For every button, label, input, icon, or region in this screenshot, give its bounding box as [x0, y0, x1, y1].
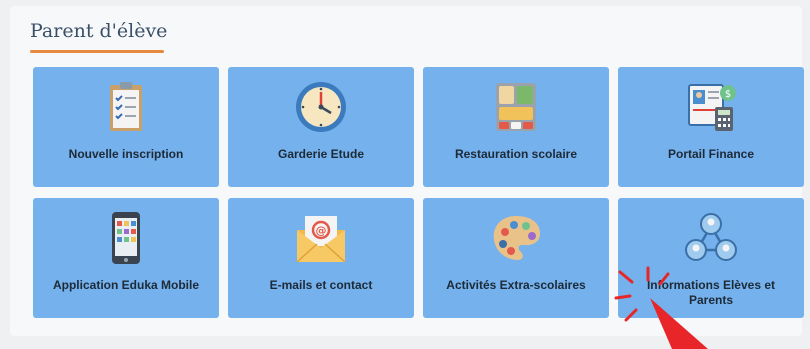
tile-label: Nouvelle inscription: [68, 147, 184, 161]
title-underline: [30, 50, 164, 53]
tile-label: Application Eduka Mobile: [52, 278, 199, 292]
email-envelope-icon: @: [296, 216, 346, 263]
tile-informations-eleves-parents[interactable]: Informations Elèves et Parents: [618, 198, 804, 318]
svg-text:@: @: [316, 224, 327, 237]
tile-label: Informations Elèves et Parents: [646, 278, 776, 307]
parent-panel: Parent d'élève Nouvelle inscription Gard…: [10, 6, 804, 336]
tile-nouvelle-inscription[interactable]: Nouvelle inscription: [33, 67, 219, 187]
tile-label: Garderie Etude: [277, 147, 365, 161]
svg-text:$: $: [725, 89, 731, 100]
section-title: Parent d'élève: [30, 20, 168, 42]
smartphone-apps-icon: [112, 212, 140, 264]
tile-garderie-etude[interactable]: Garderie Etude: [228, 67, 414, 187]
tile-activites-extra-scolaires[interactable]: Activités Extra-scolaires: [423, 198, 609, 318]
tile-label: Activités Extra-scolaires: [446, 278, 586, 292]
people-network-icon: [685, 213, 737, 261]
tile-portail-finance[interactable]: $ Portail Finance: [618, 67, 804, 187]
tile-application-eduka-mobile[interactable]: Application Eduka Mobile: [33, 198, 219, 318]
tile-restauration-scolaire[interactable]: Restauration scolaire: [423, 67, 609, 187]
finance-id-calculator-icon: $: [688, 84, 736, 131]
tile-label: Restauration scolaire: [454, 147, 578, 161]
tile-label: Portail Finance: [667, 147, 755, 161]
clock-icon: [296, 82, 346, 132]
paint-palette-icon: [493, 216, 540, 260]
tile-label: E-mails et contact: [269, 278, 373, 292]
lunch-tray-icon: [496, 83, 536, 131]
tiles-grid: Nouvelle inscription Garderie Etude Rest…: [33, 67, 804, 318]
tile-emails-contact[interactable]: @ E-mails et contact: [228, 198, 414, 318]
clipboard-checklist-icon: [110, 82, 142, 131]
